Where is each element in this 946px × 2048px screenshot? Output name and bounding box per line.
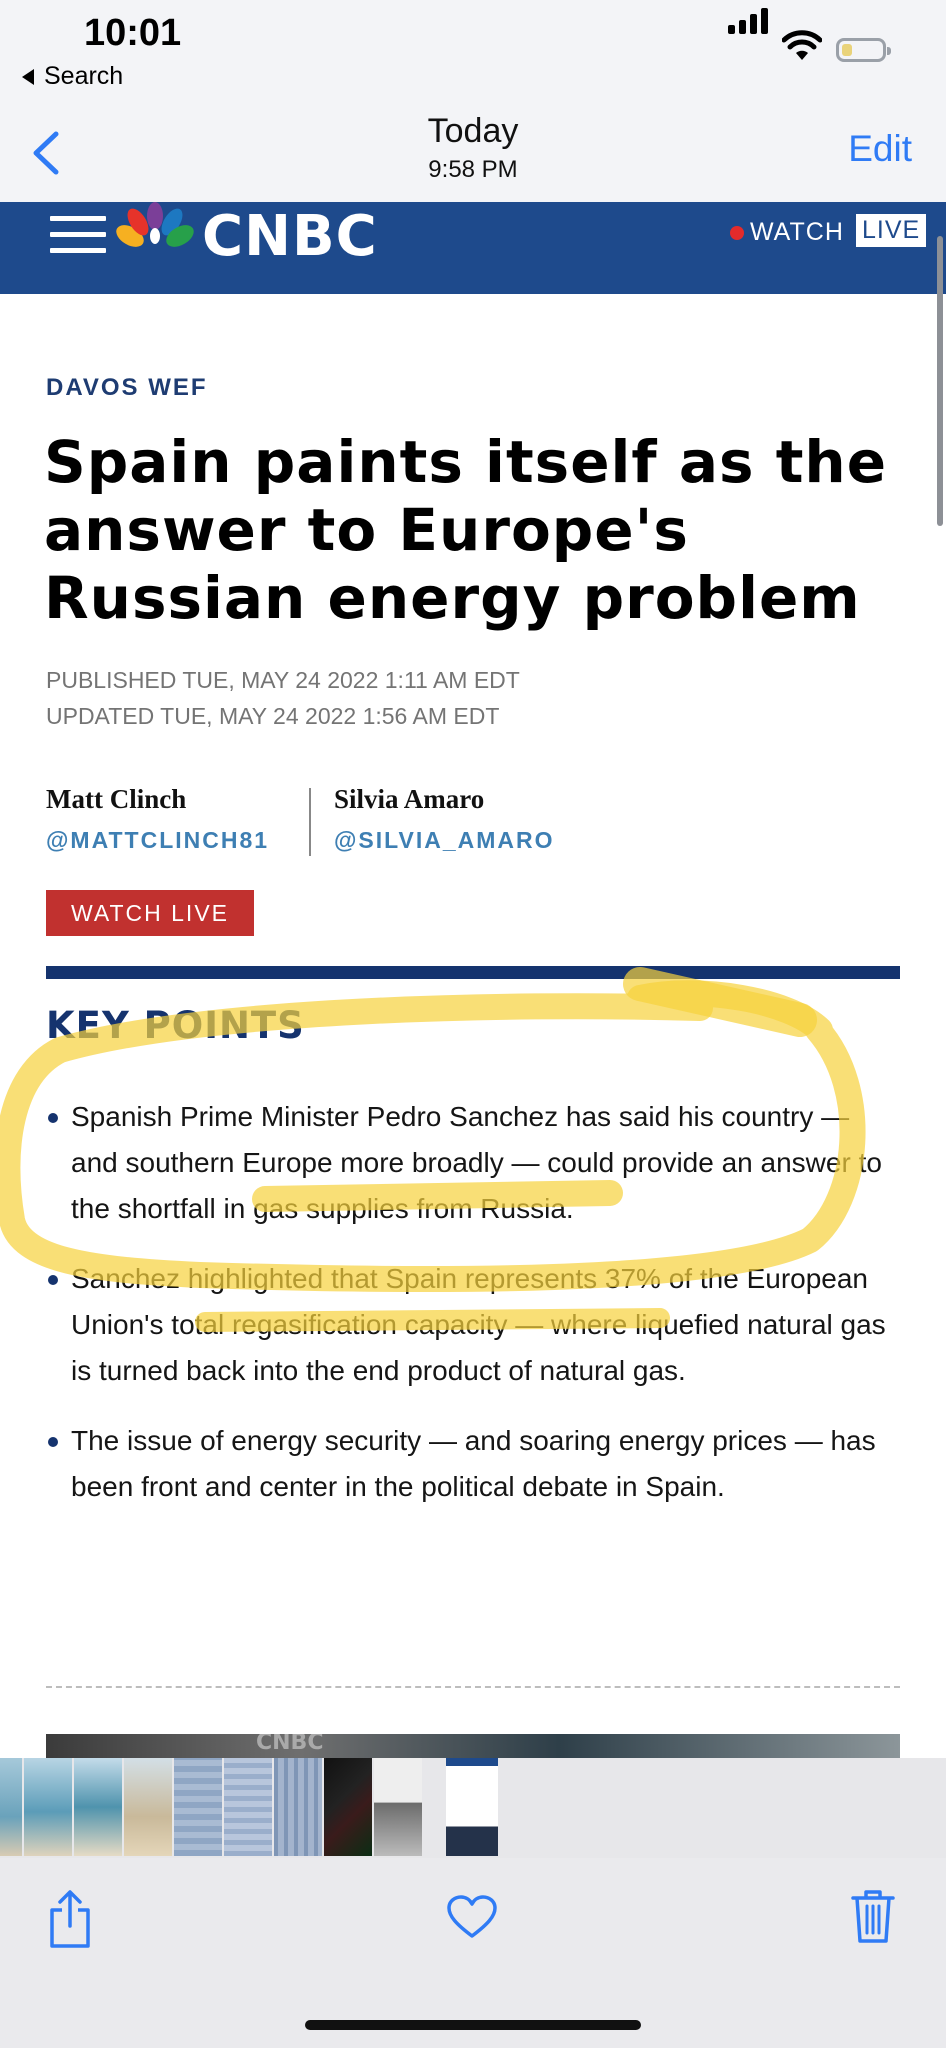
- photo-thumbnail[interactable]: [124, 1758, 172, 1856]
- publish-info: PUBLISHED TUE, MAY 24 2022 1:11 AM EDT U…: [46, 662, 520, 734]
- author-handle[interactable]: @SILVIA_AMARO: [334, 827, 555, 854]
- author-name[interactable]: Matt Clinch: [46, 784, 269, 815]
- watch-live-button[interactable]: WATCH LIVE: [46, 890, 254, 936]
- nbc-peacock-logo: [116, 202, 194, 247]
- author-divider: [309, 788, 311, 856]
- author-byline: Silvia Amaro @SILVIA_AMARO: [334, 784, 555, 854]
- photo-thumbnail-strip[interactable]: [0, 1758, 946, 1858]
- updated-date: UPDATED TUE, MAY 24 2022 1:56 AM EDT: [46, 703, 500, 729]
- scroll-indicator: [937, 236, 943, 526]
- hero-image: CNBC: [46, 1734, 900, 1758]
- edit-button[interactable]: Edit: [848, 128, 912, 170]
- back-app-label: Search: [44, 62, 124, 90]
- photos-nav-bar: Today 9:58 PM Edit: [0, 110, 946, 202]
- key-point-item: Spanish Prime Minister Pedro Sanchez has…: [46, 1094, 900, 1232]
- status-bar: 10:01 Search: [0, 0, 946, 110]
- cnbc-wordmark: CNBC: [202, 204, 378, 269]
- photo-thumbnail[interactable]: [74, 1758, 122, 1856]
- live-badge[interactable]: LIVE: [856, 214, 927, 247]
- key-points-list: Spanish Prime Minister Pedro Sanchez has…: [46, 1094, 900, 1534]
- photo-date-title: Today: [427, 112, 519, 150]
- live-dot-icon: [730, 226, 744, 240]
- heart-icon[interactable]: [446, 1894, 498, 1940]
- photo-thumbnail[interactable]: [24, 1758, 72, 1856]
- menu-icon[interactable]: [50, 216, 106, 254]
- article-category[interactable]: DAVOS WEF: [46, 374, 208, 402]
- key-points-title: KEY POINTS: [46, 1004, 305, 1047]
- dashed-divider: [46, 1686, 900, 1688]
- photo-time-subtitle: 9:58 PM: [428, 156, 518, 183]
- hero-image-logo-text: CNBC: [256, 1734, 324, 1755]
- key-point-item: The issue of energy security — and soari…: [46, 1418, 900, 1510]
- photo-thumbnail[interactable]: [374, 1758, 422, 1856]
- author-handle[interactable]: @MATTCLINCH81: [46, 827, 269, 854]
- trash-icon[interactable]: [850, 1888, 896, 1944]
- photo-thumbnail[interactable]: [274, 1758, 322, 1856]
- key-points-rule: [46, 966, 900, 979]
- photo-thumbnail-current[interactable]: [446, 1758, 498, 1856]
- status-time: 10:01: [84, 12, 182, 54]
- cnbc-header: CNBC WATCH LIVE: [0, 202, 946, 294]
- published-date: PUBLISHED TUE, MAY 24 2022 1:11 AM EDT: [46, 667, 520, 693]
- key-point-item: Sanchez highlighted that Spain represent…: [46, 1256, 900, 1394]
- photo-thumbnail[interactable]: [324, 1758, 372, 1856]
- photo-thumbnail[interactable]: [224, 1758, 272, 1856]
- wifi-icon: [782, 30, 822, 60]
- watch-label[interactable]: WATCH: [750, 218, 844, 247]
- photo-thumbnail[interactable]: [174, 1758, 222, 1856]
- article-headline: Spain paints itself as the answer to Eur…: [44, 428, 888, 632]
- photo-thumbnail[interactable]: [0, 1758, 22, 1856]
- author-name[interactable]: Silvia Amaro: [334, 784, 555, 815]
- battery-icon: [836, 38, 891, 62]
- author-byline: Matt Clinch @MATTCLINCH81: [46, 784, 269, 854]
- back-triangle-icon: [22, 69, 34, 86]
- home-indicator[interactable]: [305, 2020, 641, 2030]
- back-to-search-link[interactable]: Search: [22, 62, 123, 91]
- share-icon[interactable]: [46, 1888, 94, 1950]
